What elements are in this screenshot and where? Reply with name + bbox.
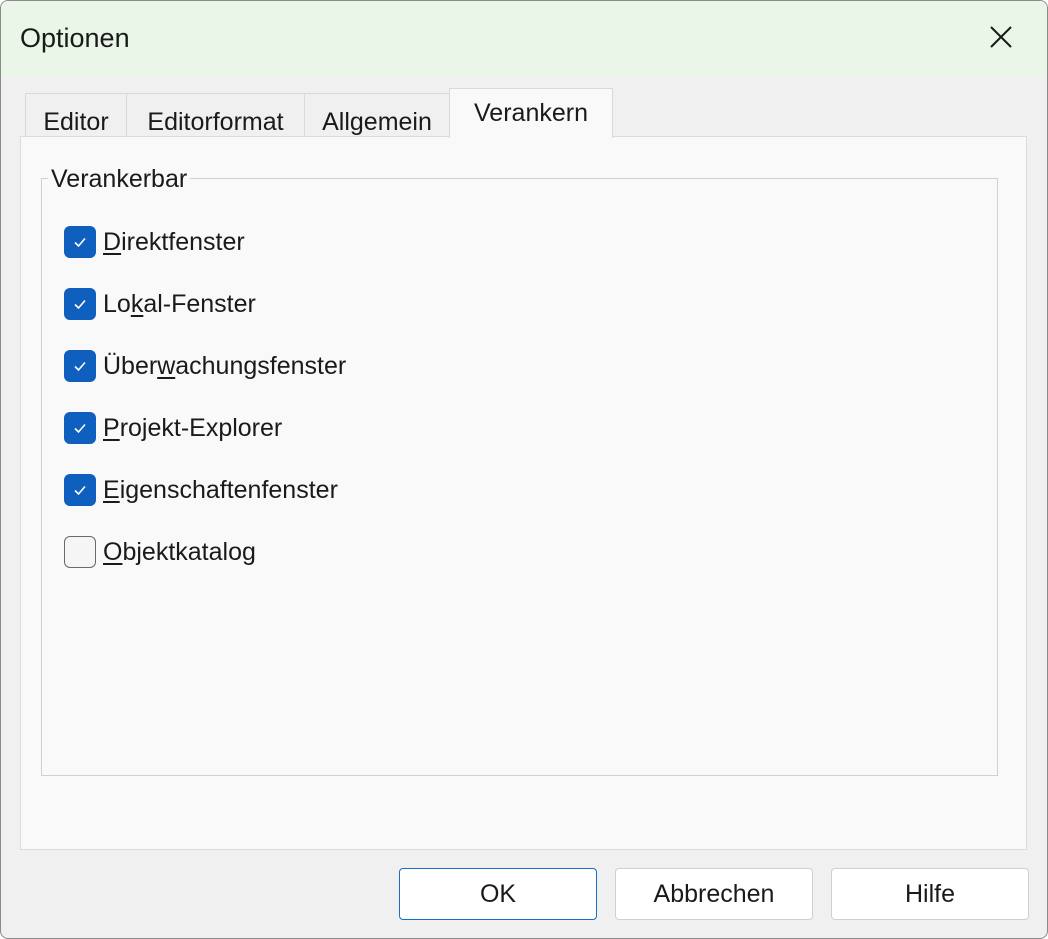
title-bar: Optionen [1,1,1047,75]
checkbox-label: Lokal-Fenster [103,289,256,318]
checkbox-label: Direktfenster [103,227,245,256]
close-icon [990,26,1012,48]
checkbox-direktfenster[interactable]: Direktfenster [64,225,245,259]
close-button[interactable] [961,9,1041,65]
checkbox-lokal-fenster[interactable]: Lokal-Fenster [64,287,256,321]
checkmark-icon [74,361,86,372]
checkmark-icon [74,237,86,248]
checkbox-projekt-explorer[interactable]: Projekt-Explorer [64,411,282,445]
ok-button-label: OK [479,879,517,908]
tab-label: Allgemein [322,108,432,136]
checkbox-box[interactable] [64,412,96,444]
groupbox-label: Verankerbar [48,165,191,194]
checkbox-label: Objektkatalog [103,537,256,566]
checkbox-label: Eigenschaftenfenster [103,475,338,504]
ok-button[interactable]: OK [399,868,597,920]
checkbox-label: Projekt-Explorer [103,413,283,442]
checkbox-box[interactable] [64,474,96,506]
checkbox-objektkatalog[interactable]: Objektkatalog [64,535,256,569]
tab-panel-verankern: Verankerbar Direktfenster Lokal-Fenster … [20,136,1027,850]
help-button-label: Hilfe [904,879,955,908]
checkmark-icon [74,485,86,496]
tab-allgemein[interactable]: Allgemein [304,93,450,137]
checkbox-ueberwachungsfenster[interactable]: Überwachungsfenster [64,349,346,383]
tab-label: Verankern [474,99,588,127]
checkbox-eigenschaftenfenster[interactable]: Eigenschaftenfenster [64,473,338,507]
options-dialog: Optionen Editor Editorformat Allgemein V… [0,0,1048,939]
cancel-button[interactable]: Abbrechen [615,868,813,920]
checkbox-box[interactable] [64,350,96,382]
checkbox-label: Überwachungsfenster [103,351,347,380]
checkmark-icon [74,423,86,434]
checkbox-box[interactable] [64,536,96,568]
cancel-button-label: Abbrechen [653,879,775,908]
tab-editor[interactable]: Editor [25,93,127,137]
tab-label: Editor [43,108,109,136]
tab-editorformat[interactable]: Editorformat [126,93,305,137]
window-title: Optionen [20,23,130,53]
checkbox-box[interactable] [64,288,96,320]
checkbox-box[interactable] [64,226,96,258]
tab-verankern[interactable]: Verankern [449,88,613,138]
checkmark-icon [74,299,86,310]
dockable-groupbox: Verankerbar Direktfenster Lokal-Fenster … [41,165,998,776]
help-button[interactable]: Hilfe [831,868,1029,920]
tab-label: Editorformat [147,108,284,136]
